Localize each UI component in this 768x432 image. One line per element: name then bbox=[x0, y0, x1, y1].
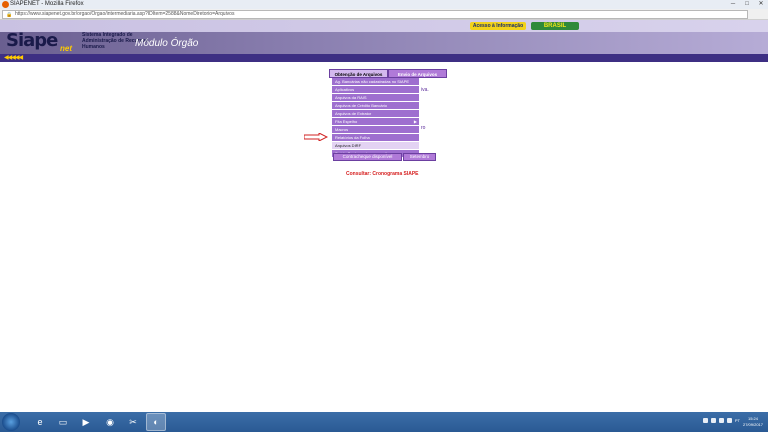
menu-item-aplicativos[interactable]: Aplicativos bbox=[331, 86, 420, 94]
siape-logo-net: net bbox=[60, 44, 72, 53]
menu-item-arquivos-dirf[interactable]: Arquivos DIRF bbox=[331, 142, 420, 150]
tray-icon-2[interactable] bbox=[711, 418, 716, 423]
tray-icon-1[interactable] bbox=[703, 418, 708, 423]
media-player-icon[interactable]: ▶ bbox=[76, 413, 96, 431]
lock-icon: 🔒 bbox=[6, 12, 13, 18]
tray-icon-4[interactable] bbox=[727, 418, 732, 423]
obtencao-dropdown-menu: Ag. Bancárias não cadastradas no SIAPE A… bbox=[331, 78, 420, 158]
brasil-button[interactable]: BRASIL bbox=[531, 22, 579, 30]
background-text-2: ro bbox=[421, 125, 426, 131]
nav-bar: ◀◀◀◀◀ bbox=[0, 54, 768, 62]
contracheque-button[interactable]: Contracheque disponível bbox=[333, 153, 402, 161]
windows-taskbar: e ▭ ▶ ◉ ✂ ◐ PT 15:24 27/09/2017 bbox=[0, 412, 768, 432]
url-text: https://www.siapenet.gov.br/orgao/Orgao/… bbox=[15, 11, 235, 17]
background-text-1: iva. bbox=[421, 87, 429, 93]
tray-icon-3[interactable] bbox=[719, 418, 724, 423]
minimize-button[interactable]: ─ bbox=[728, 0, 738, 9]
url-input[interactable]: 🔒 https://www.siapenet.gov.br/orgao/Orga… bbox=[2, 10, 748, 19]
window-titlebar: SIAPENET - Mozilla Firefox ─ □ ✕ bbox=[0, 0, 768, 9]
system-clock[interactable]: 15:24 27/09/2017 bbox=[743, 416, 763, 428]
site-header: Acesso à Informação BRASIL Siape net Sis… bbox=[0, 20, 768, 54]
ie-icon[interactable]: e bbox=[30, 413, 50, 431]
system-tray bbox=[703, 418, 732, 423]
menu-item-credito-bancario[interactable]: Arquivos de Crédito Bancário bbox=[331, 102, 420, 110]
contracheque-month[interactable]: Setembro bbox=[403, 153, 436, 161]
back-arrows-icon[interactable]: ◀◀◀◀◀ bbox=[4, 54, 23, 62]
sniping-icon[interactable]: ✂ bbox=[123, 413, 143, 431]
submenu-arrow-icon: ▶ bbox=[413, 119, 417, 124]
language-indicator[interactable]: PT bbox=[735, 418, 740, 423]
maximize-button[interactable]: □ bbox=[742, 0, 752, 9]
siape-logo[interactable]: Siape bbox=[6, 30, 58, 51]
window-controls: ─ □ ✕ bbox=[728, 0, 766, 9]
contracheque-row: Contracheque disponível Setembro bbox=[333, 153, 436, 161]
close-button[interactable]: ✕ bbox=[756, 0, 766, 9]
tab-obtencao-arquivos[interactable]: Obtenção de Arquivos bbox=[329, 69, 388, 78]
start-icon[interactable] bbox=[2, 413, 20, 431]
menu-item-macros[interactable]: Macros bbox=[331, 126, 420, 134]
address-bar: 🔒 https://www.siapenet.gov.br/orgao/Orga… bbox=[0, 9, 768, 20]
tab-envio-arquivos[interactable]: Envio de Arquivos bbox=[388, 69, 447, 78]
header-top-strip: Acesso à Informação BRASIL bbox=[0, 20, 768, 32]
firefox-icon bbox=[2, 1, 9, 8]
menu-item-fita-espelho[interactable]: Fita Espelho ▶ bbox=[331, 118, 420, 126]
clock-date: 27/09/2017 bbox=[742, 422, 763, 427]
window-title: SIAPENET - Mozilla Firefox bbox=[10, 1, 84, 7]
firefox-taskbar-icon[interactable]: ◐ bbox=[146, 413, 166, 431]
menu-item-arquivos-rais[interactable]: Arquivos da RAIS bbox=[331, 94, 420, 102]
red-arrow-icon bbox=[304, 133, 328, 141]
menu-item-relatorios-folha[interactable]: Relatórios da Folha bbox=[331, 134, 420, 142]
acesso-informacao-button[interactable]: Acesso à Informação bbox=[470, 22, 526, 30]
explorer-icon[interactable]: ▭ bbox=[53, 413, 73, 431]
chrome-icon[interactable]: ◉ bbox=[100, 413, 120, 431]
consultar-cronograma-link[interactable]: Consultar: Cronograma SIAPE bbox=[346, 171, 419, 177]
menu-item-ag-bancarias[interactable]: Ag. Bancárias não cadastradas no SIAPE bbox=[331, 78, 420, 86]
module-title: Módulo Órgão bbox=[135, 38, 199, 49]
menu-item-arquivos-extrator[interactable]: Arquivos de Extrator bbox=[331, 110, 420, 118]
